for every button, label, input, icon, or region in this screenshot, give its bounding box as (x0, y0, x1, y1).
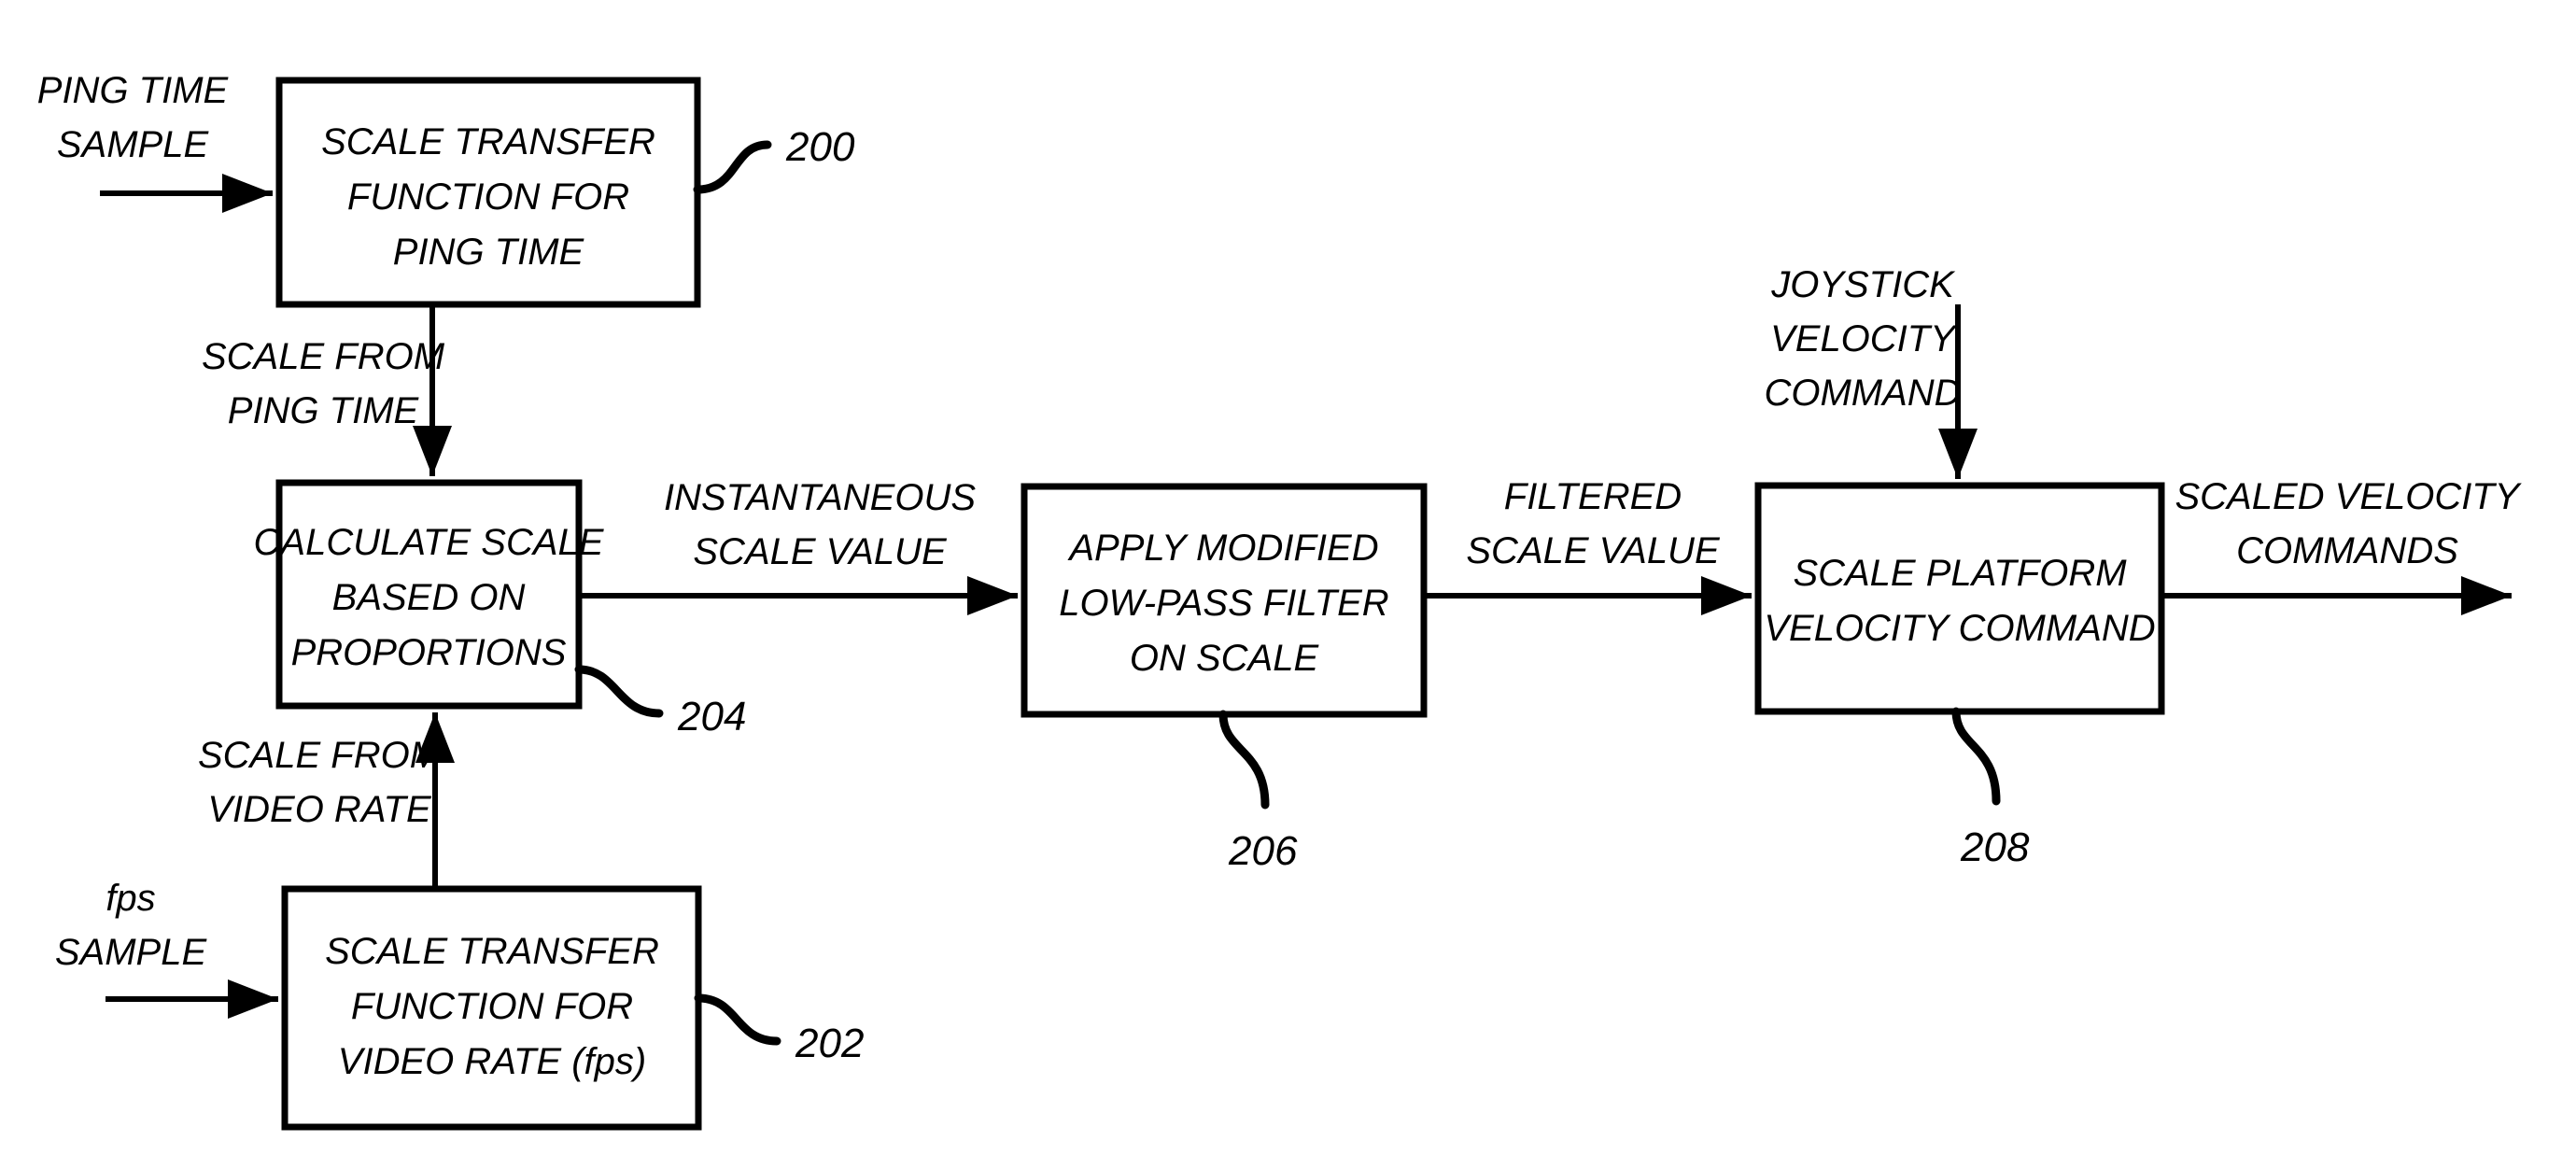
reference-numeral-200: 200 (785, 124, 855, 170)
input-joystick-line-1: JOYSTICK (1770, 264, 1956, 305)
block-206-apply-low-pass-filter[interactable]: APPLY MODIFIED LOW-PASS FILTER ON SCALE (1021, 483, 1428, 718)
reference-numeral-204: 204 (677, 694, 746, 739)
edge-instantaneous-scale-value-line-1: INSTANTANEOUS (664, 477, 976, 518)
block-208-outline (1754, 482, 2165, 715)
reference-numeral-206: 206 (1228, 828, 1298, 874)
input-ping-time-sample-line-1: PING TIME (37, 70, 230, 111)
block-208-line-1: SCALE PLATFORM (1793, 553, 2127, 594)
output-line-2: COMMANDS (2236, 530, 2458, 571)
edge-scale-from-video-rate-line-1: SCALE FROM (198, 735, 442, 776)
block-208-line-2: VELOCITY COMMAND (1764, 608, 2155, 649)
edge-instantaneous-scale-value-line-2: SCALE VALUE (693, 531, 948, 572)
block-204-line-1: CALCULATE SCALE (254, 522, 605, 563)
edge-label-instantaneous-scale-value: INSTANTANEOUS SCALE VALUE (664, 477, 976, 572)
block-200-scale-transfer-ping-time[interactable]: SCALE TRANSFER FUNCTION FOR PING TIME (275, 77, 701, 308)
edge-filtered-scale-value-line-1: FILTERED (1504, 476, 1682, 517)
reference-numeral-202: 202 (795, 1021, 864, 1066)
block-206-line-3: ON SCALE (1130, 638, 1320, 679)
input-fps-sample-line-2: SAMPLE (55, 932, 208, 973)
input-label-fps-sample: fps SAMPLE (55, 878, 208, 973)
block-204-calculate-scale[interactable]: CALCULATE SCALE BASED ON PROPORTIONS (254, 479, 605, 710)
block-202-line-2: FUNCTION FOR (351, 986, 633, 1027)
input-label-joystick-velocity-command: JOYSTICK VELOCITY COMMAND (1764, 264, 1961, 414)
block-202-line-1: SCALE TRANSFER (325, 931, 659, 972)
leader-line-208 (1951, 707, 2001, 806)
leader-line-206 (1218, 710, 1270, 810)
block-200-line-2: FUNCTION FOR (347, 176, 629, 218)
edge-scale-from-ping-time-line-2: PING TIME (228, 390, 420, 431)
edge-label-scale-from-ping-time: SCALE FROM PING TIME (202, 336, 445, 431)
input-joystick-line-2: VELOCITY (1770, 318, 1958, 359)
edge-scale-from-ping-time-line-1: SCALE FROM (202, 336, 445, 377)
block-202-scale-transfer-video-rate[interactable]: SCALE TRANSFER FUNCTION FOR VIDEO RATE (… (281, 885, 702, 1131)
patent-figure-canvas: SCALE TRANSFER FUNCTION FOR PING TIME SC… (0, 0, 2576, 1169)
edge-label-scale-from-video-rate: SCALE FROM VIDEO RATE (198, 735, 442, 830)
block-208-scale-platform-velocity-command[interactable]: SCALE PLATFORM VELOCITY COMMAND (1754, 482, 2165, 715)
block-206-line-1: APPLY MODIFIED (1067, 528, 1378, 569)
block-200-line-1: SCALE TRANSFER (321, 121, 655, 162)
output-label-scaled-velocity-commands: SCALED VELOCITY COMMANDS (2175, 476, 2522, 571)
leader-line-200 (693, 140, 772, 194)
edge-label-filtered-scale-value: FILTERED SCALE VALUE (1466, 476, 1721, 571)
input-fps-sample-line-1: fps (106, 878, 155, 919)
block-206-line-2: LOW-PASS FILTER (1059, 583, 1388, 624)
block-202-line-3: VIDEO RATE (fps) (338, 1041, 646, 1082)
block-204-line-3: PROPORTIONS (291, 632, 567, 673)
input-label-ping-time-sample: PING TIME SAMPLE (37, 70, 230, 165)
edge-scale-from-video-rate-line-2: VIDEO RATE (207, 789, 432, 830)
leader-line-202 (694, 993, 781, 1046)
block-204-line-2: BASED ON (332, 577, 526, 618)
input-ping-time-sample-line-2: SAMPLE (57, 124, 210, 165)
input-joystick-line-3: COMMAND (1764, 373, 1961, 414)
edge-filtered-scale-value-line-2: SCALE VALUE (1466, 530, 1721, 571)
output-line-1: SCALED VELOCITY (2175, 476, 2522, 517)
reference-numeral-208: 208 (1960, 824, 2030, 870)
block-200-line-3: PING TIME (393, 232, 585, 273)
leader-line-204 (574, 665, 664, 718)
block-diagram: SCALE TRANSFER FUNCTION FOR PING TIME SC… (37, 70, 2523, 1131)
